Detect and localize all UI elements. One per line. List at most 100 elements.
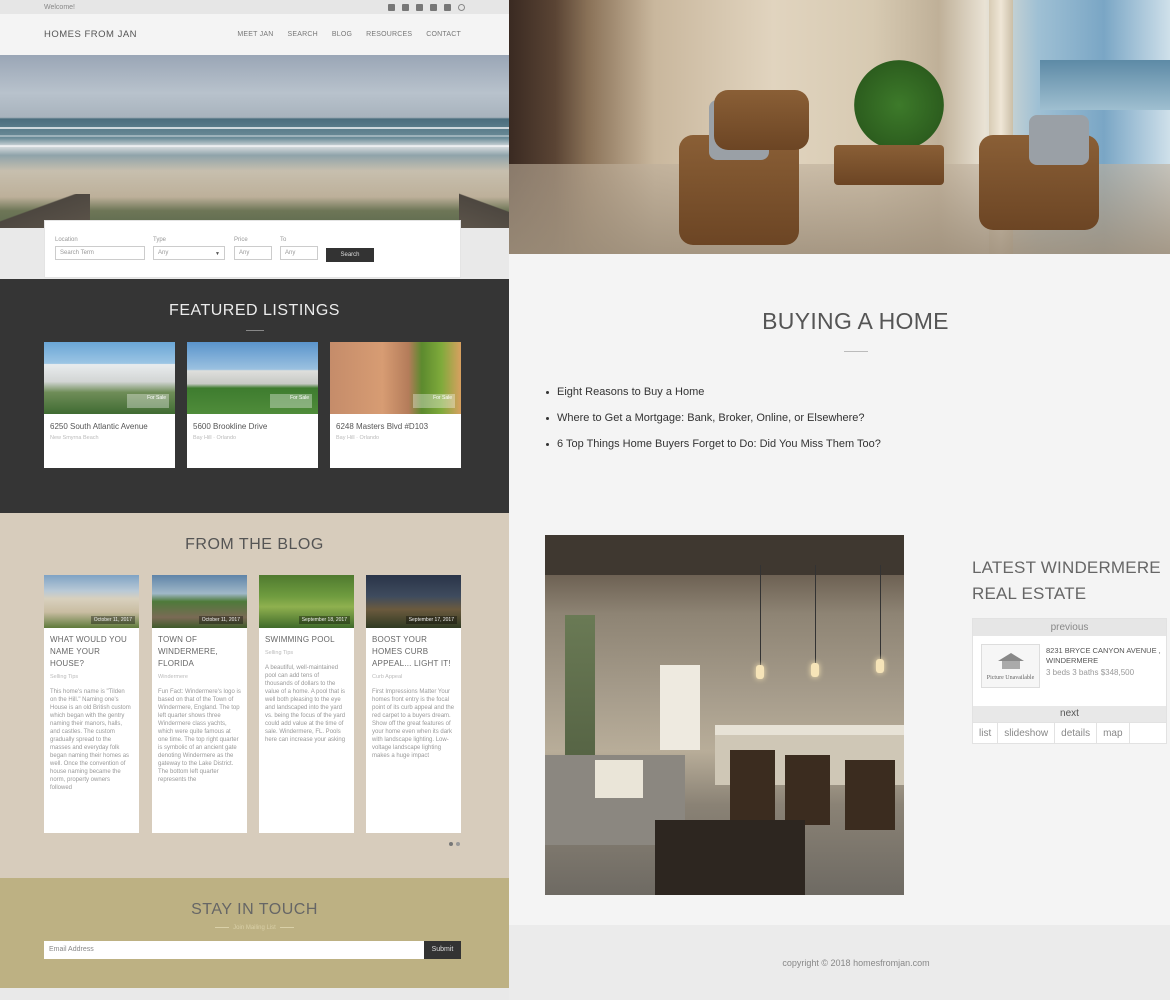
listing-address[interactable]: 6248 Masters Blvd #D103 <box>330 414 461 431</box>
blog-photo: September 17, 2017 <box>366 575 461 628</box>
newsletter-subtitle: Join Mailing List <box>0 925 509 931</box>
nav-item-resources[interactable]: RESOURCES <box>366 31 412 38</box>
latest-title-line: REAL ESTATE <box>972 584 1087 603</box>
post-category[interactable]: Selling Tips <box>259 646 354 656</box>
blog-card[interactable]: October 11, 2017 WHAT WOULD YOU NAME YOU… <box>44 575 139 833</box>
listing-card[interactable]: For Sale 6248 Masters Blvd #D103 Bay Hil… <box>330 342 461 468</box>
submit-button[interactable]: Submit <box>424 941 461 959</box>
site-preview-right: BUYING A HOME Eight Reasons to Buy a Hom… <box>509 0 1170 1000</box>
linkedin-icon[interactable] <box>416 3 423 11</box>
widget-listing[interactable]: Picture Unavailable 8231 BRYCE CANYON AV… <box>973 636 1166 706</box>
throw-pillow <box>595 760 643 798</box>
blog-card[interactable]: September 17, 2017 BOOST YOUR HOMES CURB… <box>366 575 461 833</box>
boardwalk-right <box>459 188 509 228</box>
coffee-table <box>834 145 944 185</box>
buying-link[interactable]: 6 Top Things Home Buyers Forget to Do: D… <box>546 438 881 450</box>
post-category[interactable]: Curb Appeal <box>366 670 461 680</box>
to-label: To <box>280 237 287 243</box>
post-title[interactable]: WHAT WOULD YOU NAME YOUR HOUSE? <box>44 628 139 670</box>
lake-view <box>1040 60 1170 110</box>
instagram-icon[interactable] <box>430 3 437 11</box>
chevron-down-icon: ▼ <box>215 251 220 257</box>
next-button[interactable]: next <box>973 706 1166 722</box>
carousel-dot[interactable] <box>456 842 460 846</box>
blog-card[interactable]: September 18, 2017 SWIMMING POOL Selling… <box>259 575 354 833</box>
pendant-cord <box>760 565 761 675</box>
buying-links: Eight Reasons to Buy a Home Where to Get… <box>546 386 881 464</box>
post-category[interactable]: Selling Tips <box>44 670 139 680</box>
picture-unavailable-text: Picture Unavailable <box>986 675 1035 681</box>
price-min-input[interactable]: Any <box>234 246 272 260</box>
type-select[interactable]: Any ▼ <box>153 246 225 260</box>
buying-link[interactable]: Where to Get a Mortgage: Bank, Broker, O… <box>546 412 881 424</box>
listing-widget: previous Picture Unavailable 8231 BRYCE … <box>972 618 1167 744</box>
tab-list[interactable]: list <box>973 723 999 744</box>
blog-photo: October 11, 2017 <box>44 575 139 628</box>
post-category[interactable]: Windermere <box>152 670 247 680</box>
carousel-dot[interactable] <box>449 842 453 846</box>
divider <box>844 351 868 352</box>
post-title[interactable]: SWIMMING POOL <box>259 628 354 646</box>
pendant-light <box>811 663 819 677</box>
tab-map[interactable]: map <box>1097 723 1130 744</box>
post-excerpt: Fun Fact: Windermere's logo is based on … <box>158 689 241 783</box>
nav-item-blog[interactable]: BLOG <box>332 31 352 38</box>
pendant-cord <box>815 565 816 665</box>
chair-cushion <box>1029 115 1089 165</box>
copyright-text: copyright © 2018 homesfromjan.com <box>782 958 930 968</box>
newsletter-section: STAY IN TOUCH Join Mailing List Email Ad… <box>0 878 509 988</box>
email-input[interactable]: Email Address <box>44 941 424 959</box>
status-badge: For Sale <box>270 394 312 408</box>
widget-address[interactable]: 8231 BRYCE CANYON AVENUE , WINDERMERE <box>1046 646 1164 666</box>
nav-item-meet-jan[interactable]: MEET JAN <box>237 31 273 38</box>
price-max-input[interactable]: Any <box>280 246 318 260</box>
counter-top <box>715 725 904 735</box>
blog-card[interactable]: October 11, 2017 TOWN OF WINDERMERE, FLO… <box>152 575 247 833</box>
coffee-table <box>655 820 805 895</box>
listing-card[interactable]: For Sale 5600 Brookline Drive Bay Hill ·… <box>187 342 318 468</box>
footer: copyright © 2018 homesfromjan.com <box>509 925 1170 1000</box>
nav-item-search[interactable]: SEARCH <box>287 31 317 38</box>
pendant-cord <box>880 565 881 660</box>
interior-photo <box>545 535 904 895</box>
tab-slideshow[interactable]: slideshow <box>998 723 1056 744</box>
previous-button[interactable]: previous <box>973 619 1166 636</box>
carousel-dots <box>449 842 460 846</box>
search-icon[interactable] <box>458 3 465 11</box>
tab-details[interactable]: details <box>1055 723 1098 744</box>
wicker-chair <box>714 90 809 150</box>
buying-link[interactable]: Eight Reasons to Buy a Home <box>546 386 881 398</box>
email-icon[interactable] <box>402 3 409 11</box>
search-button[interactable]: Search <box>326 248 374 262</box>
type-label: Type <box>153 237 167 243</box>
post-title[interactable]: TOWN OF WINDERMERE, FLORIDA <box>152 628 247 670</box>
door <box>660 665 700 750</box>
nav-item-contact[interactable]: CONTACT <box>426 31 461 38</box>
listing-address[interactable]: 6250 South Atlantic Avenue <box>44 414 175 431</box>
site-logo[interactable]: HOMES FROM JAN <box>44 29 137 40</box>
widget-meta: 3 beds 3 baths $348,500 <box>1046 668 1135 677</box>
listing-address[interactable]: 5600 Brookline Drive <box>187 414 318 431</box>
property-search-form: Location Search Term Type Any ▼ Price Any… <box>44 220 461 278</box>
location-input[interactable]: Search Term <box>55 246 145 260</box>
listing-city: New Smyrna Beach <box>50 435 99 441</box>
social-icons <box>388 3 465 11</box>
post-date: September 18, 2017 <box>298 616 350 624</box>
bar-stool <box>785 755 830 825</box>
bar-stool <box>730 750 775 825</box>
patio-photo <box>509 0 1170 254</box>
post-title[interactable]: BOOST YOUR HOMES CURB APPEAL... LIGHT IT… <box>366 628 461 670</box>
facebook-icon[interactable] <box>388 3 395 11</box>
blog-title: FROM THE BLOG <box>185 536 324 553</box>
listing-card[interactable]: For Sale 6250 South Atlantic Avenue New … <box>44 342 175 468</box>
post-excerpt: A beautiful, well-maintained pool can ad… <box>265 665 346 743</box>
blog-photo: September 18, 2017 <box>259 575 354 628</box>
latest-title-line: LATEST WINDERMERE <box>972 558 1161 577</box>
pinterest-icon[interactable] <box>444 3 451 11</box>
listing-thumbnail[interactable]: Picture Unavailable <box>981 644 1040 688</box>
post-date: October 11, 2017 <box>90 616 135 624</box>
pendant-light <box>756 665 764 679</box>
welcome-text: Welcome! <box>44 3 75 11</box>
page: Welcome! HOMES FROM JAN MEET JAN SEARCH … <box>0 0 1170 1000</box>
featured-listings-section: FEATURED LISTINGS For Sale 6250 South At… <box>0 279 509 513</box>
